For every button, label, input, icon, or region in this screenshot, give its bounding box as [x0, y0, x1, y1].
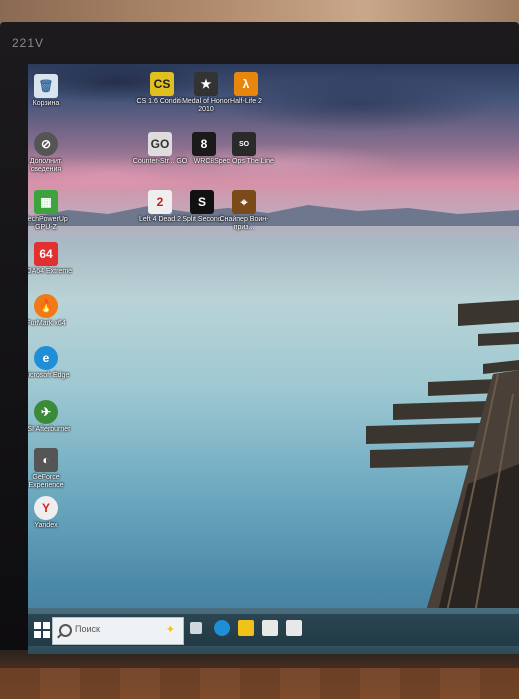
aida64-icon: 64 [34, 242, 58, 266]
desktop-icon-specops[interactable]: SO Spec Ops The Line [214, 132, 274, 166]
icon-label: Корзина [32, 100, 60, 107]
edge-icon: e [34, 346, 58, 370]
desktop-icon-aida64[interactable]: 64 AIDA64 Extreme [28, 242, 76, 276]
csgo-icon: GO [148, 132, 172, 156]
icon-label: Yandex [34, 522, 58, 529]
icon-label: GeForce Experience [28, 474, 64, 489]
desktop-icon-extra-info[interactable]: ⊘ Дополнит. сведения [28, 132, 76, 174]
desktop-icon-geforce[interactable]: ◐ GeForce Experience [28, 448, 76, 490]
wrc8-icon: 8 [192, 132, 216, 156]
hl2-icon: λ [234, 72, 258, 96]
icon-label: AIDA64 Extreme [28, 268, 73, 275]
desktop-icon-hl2[interactable]: λ Half-Life 2 [216, 72, 276, 106]
icon-label: Снайпер Воин-приз... [219, 216, 269, 231]
sparkle-icon: ✦ [165, 623, 175, 636]
taskbar-search[interactable]: Поиск ✦ [52, 617, 184, 645]
desktop-icon-gpu-z[interactable]: ▦ TechPowerUp GPU-Z [28, 190, 76, 232]
specops-icon: SO [232, 132, 256, 156]
icon-label: Microsoft Edge [28, 372, 70, 379]
start-button[interactable] [34, 622, 50, 638]
moh-icon: ★ [194, 72, 218, 96]
desktop-icon-sniper[interactable]: ⌖ Снайпер Воин-приз... [214, 190, 274, 232]
icon-label: Half-Life 2 [230, 98, 262, 105]
gpu-z-icon: ▦ [34, 190, 58, 214]
icon-label: MSI Afterburner [28, 426, 71, 433]
icon-label: FurMark x64 [28, 320, 66, 327]
desktop-icon-afterburner[interactable]: ✈ MSI Afterburner [28, 400, 76, 434]
mail-icon[interactable] [286, 620, 302, 636]
furmark-icon: 🔥 [34, 294, 58, 318]
search-icon [59, 624, 72, 637]
splitsecond-icon: S [190, 190, 214, 214]
cs16-icon: CS [150, 72, 174, 96]
info-icon: ⊘ [34, 132, 58, 156]
task-view-icon[interactable] [190, 622, 202, 634]
monitor-brand: 221V [12, 36, 45, 50]
icon-label: Дополнит. сведения [29, 158, 63, 173]
file-explorer-icon[interactable] [238, 620, 254, 636]
afterburner-icon: ✈ [34, 400, 58, 424]
yandex-icon: Y [34, 496, 58, 520]
desktop-icon-recycle-bin[interactable]: 🗑 Корзина [28, 74, 76, 108]
nvidia-icon: ◐ [34, 448, 58, 472]
store-icon[interactable] [262, 620, 278, 636]
icon-label: Spec Ops The Line [214, 158, 274, 165]
desktop-icon-edge[interactable]: e Microsoft Edge [28, 346, 76, 380]
desktop-icon-furmark[interactable]: 🔥 FurMark x64 [28, 294, 76, 328]
recycle-bin-icon: 🗑 [34, 74, 58, 98]
desktop-icon-yandex[interactable]: Y Yandex [28, 496, 76, 530]
icon-label: TechPowerUp GPU-Z [28, 216, 68, 231]
edge-icon[interactable] [214, 620, 230, 636]
taskbar-inner: Поиск ✦ [28, 614, 519, 646]
search-placeholder: Поиск [75, 624, 100, 634]
l4d2-icon: 2 [148, 190, 172, 214]
taskbar: Поиск ✦ [28, 608, 519, 654]
sniper-icon: ⌖ [232, 190, 256, 214]
wooden-surface [0, 668, 519, 699]
desktop-screen: 🗑 Корзина ⊘ Дополнит. сведения ▦ TechPow… [28, 64, 519, 654]
